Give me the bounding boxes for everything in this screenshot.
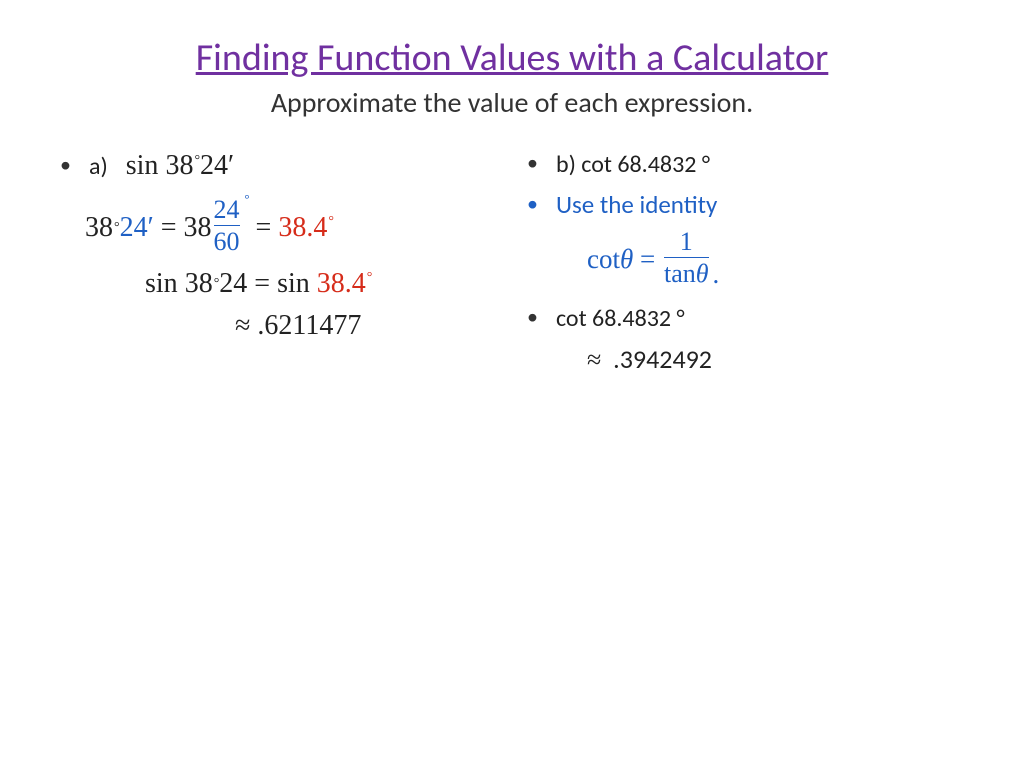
bullet-icon: •	[527, 306, 538, 328]
approx-row-b: ≈ .3942492	[587, 343, 964, 375]
theta: θ	[620, 244, 633, 275]
bullet-icon: •	[527, 152, 538, 174]
fraction-bar-icon	[664, 257, 709, 258]
identity-intro-row: • Use the identity	[527, 189, 964, 220]
fraction-1-tan: 1 tanθ	[664, 228, 709, 288]
identity-intro: Use the identity	[556, 189, 717, 220]
equals-icon: =	[254, 268, 270, 300]
cot-text: cot	[587, 244, 620, 275]
prime-icon: ′	[228, 150, 234, 181]
angle-min: 24	[200, 150, 228, 181]
expr-a: sin 38°24′	[126, 150, 234, 182]
conv-38: 38	[184, 212, 212, 244]
slide-subtitle: Approximate the value of each expression…	[60, 85, 964, 120]
fraction-24-60: 24 60 °	[214, 196, 240, 256]
angle-deg: 38	[165, 150, 193, 181]
item-b: • b) cot 68.4832 °	[527, 150, 964, 179]
cot-repeat: cot 68.4832 °	[556, 304, 685, 333]
conversion-row: 38°24′ = 38 24 60 ° = 38.4°	[85, 198, 497, 258]
conversion-block: 38°24′ = 38 24 60 ° = 38.4° sin 38°24 = …	[85, 198, 497, 342]
bullet-icon: •	[60, 154, 71, 176]
equals-icon: =	[640, 244, 655, 275]
approx-row-a: ≈ .6211477	[235, 310, 497, 342]
degree-icon: °	[244, 192, 249, 206]
equals-icon: =	[256, 212, 272, 244]
label-b: b) cot 68.4832 °	[556, 150, 710, 179]
frac-num: 24	[214, 196, 240, 223]
sin-deg: 38	[185, 268, 213, 300]
conv-deg: 38	[85, 212, 113, 244]
approx-value-b: .3942492	[613, 343, 712, 375]
label-a: a)	[89, 152, 108, 181]
approx-value-a: .6211477	[257, 310, 361, 342]
approx-icon: ≈	[235, 310, 250, 342]
fraction-bar-icon	[214, 225, 240, 226]
conv-result: 38.4°	[278, 212, 334, 244]
frac-den: 60	[214, 228, 240, 255]
approx-icon: ≈	[587, 345, 607, 374]
frac-num: 1	[680, 228, 693, 255]
item-a: • a) sin 38°24′	[60, 150, 497, 182]
bullet-icon: •	[527, 193, 538, 215]
period: .	[713, 259, 720, 290]
sin-text: sin	[145, 268, 178, 300]
equals-icon: =	[161, 212, 177, 244]
content-columns: • a) sin 38°24′ 38°24′ = 38 24 60 ° = 38…	[60, 150, 964, 375]
identity-equation: cotθ = 1 tanθ .	[587, 230, 964, 290]
sin-min: 24	[219, 268, 247, 300]
frac-den: tanθ	[664, 260, 709, 287]
cot-repeat-row: • cot 68.4832 °	[527, 304, 964, 333]
sin-text: sin	[126, 150, 159, 181]
conv-min: 24′	[120, 212, 154, 244]
sin-equals-row: sin 38°24 = sin 38.4°	[145, 268, 497, 300]
slide-title: Finding Function Values with a Calculato…	[60, 35, 964, 81]
sin-red: 38.4°	[317, 268, 373, 300]
column-right: • b) cot 68.4832 ° • Use the identity co…	[527, 150, 964, 375]
column-left: • a) sin 38°24′ 38°24′ = 38 24 60 ° = 38…	[60, 150, 497, 375]
sin-text: sin	[277, 268, 310, 300]
